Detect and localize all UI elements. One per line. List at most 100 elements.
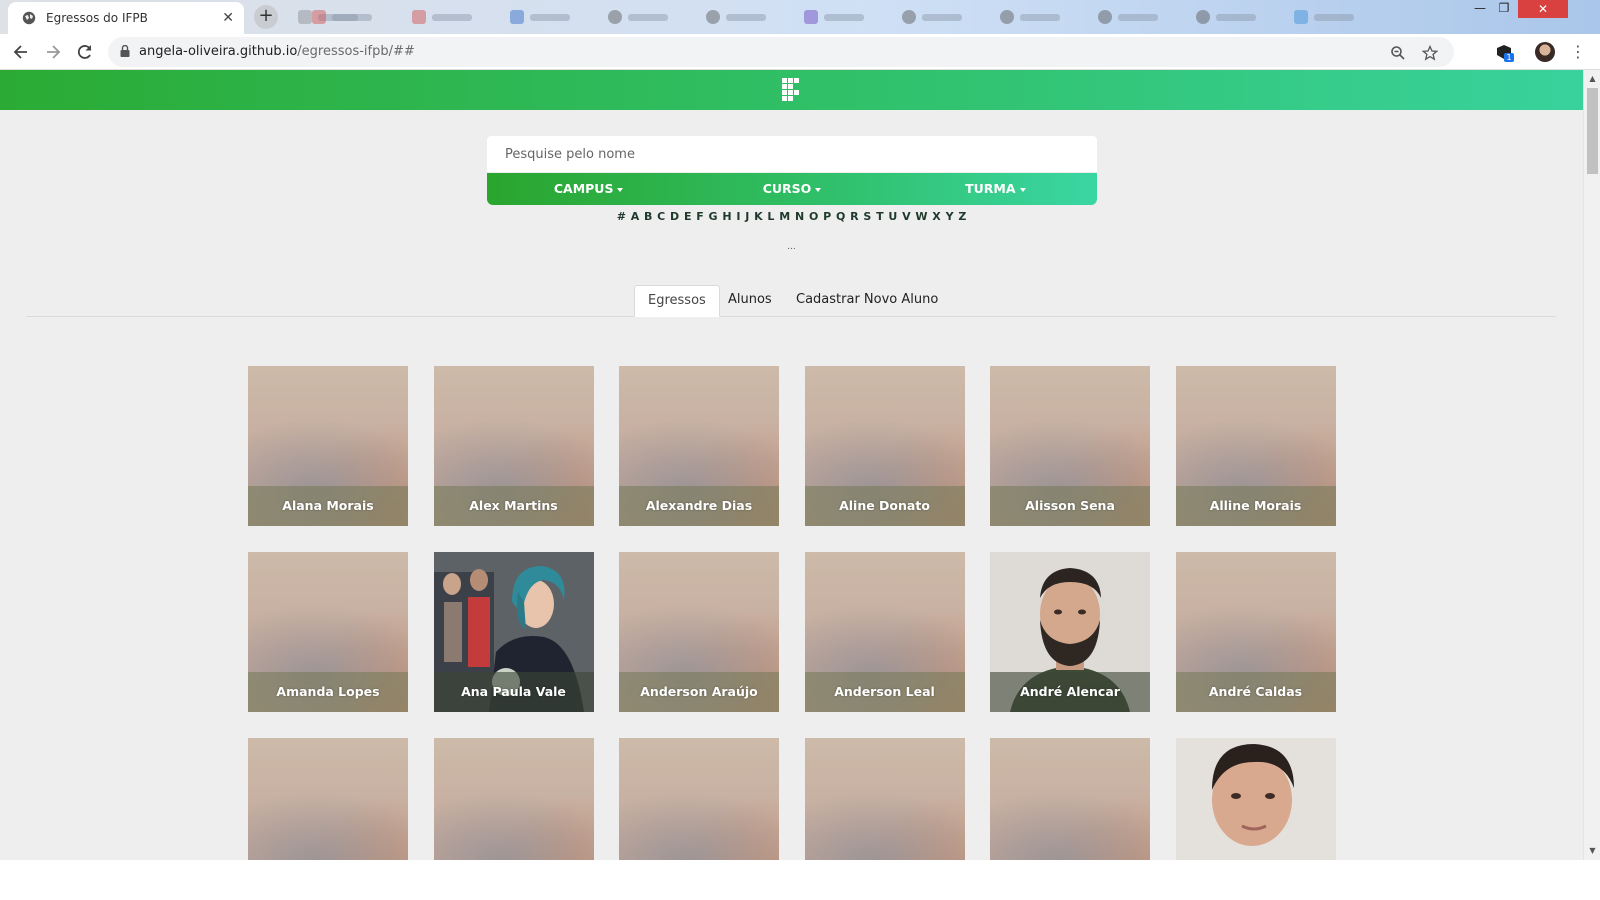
turma-dropdown[interactable]: TURMA — [894, 173, 1097, 205]
background-tab[interactable] — [1000, 7, 1090, 27]
letter-filter-link[interactable]: J — [745, 210, 749, 223]
student-card[interactable]: Ana Paula Vale — [433, 552, 594, 712]
letter-filter-link[interactable]: T — [876, 210, 884, 223]
student-card[interactable]: André Alencar — [990, 552, 1150, 712]
window-bottom-area — [0, 860, 1600, 900]
browser-tab-active[interactable]: Egressos do IFPB ✕ — [8, 2, 244, 34]
letter-filter-link[interactable]: # — [617, 210, 626, 223]
new-tab-button[interactable]: + — [254, 5, 278, 29]
student-card[interactable]: Alexandre Dias — [619, 366, 779, 526]
student-name: Alexandre Dias — [619, 486, 779, 526]
background-tab[interactable] — [1294, 7, 1384, 27]
profile-avatar[interactable] — [1535, 42, 1555, 62]
bookmark-star-icon[interactable] — [1421, 44, 1439, 61]
letter-filter-link[interactable]: U — [888, 210, 897, 223]
student-card[interactable]: Alisson Sena — [990, 366, 1150, 526]
letter-filter-link[interactable]: L — [767, 210, 774, 223]
letter-filter-link[interactable]: Q — [836, 210, 845, 223]
letter-filter-link[interactable]: I — [736, 210, 740, 223]
student-card[interactable]: Alline Morais — [1175, 366, 1336, 526]
letter-filter-link[interactable]: M — [779, 210, 790, 223]
search-input[interactable] — [487, 136, 1097, 172]
letter-filter-link[interactable]: E — [684, 210, 692, 223]
back-button[interactable] — [11, 42, 31, 62]
browser-toolbar: angela-oliveira.github.io/egressos-ifpb/… — [0, 34, 1600, 70]
letter-filter-link[interactable]: S — [863, 210, 871, 223]
letter-filter-link[interactable]: H — [722, 210, 731, 223]
letter-filter-link[interactable]: F — [696, 210, 704, 223]
letter-filter-link[interactable]: G — [709, 210, 718, 223]
student-photo — [1175, 738, 1336, 860]
background-tab[interactable] — [510, 7, 600, 27]
student-card[interactable] — [619, 738, 779, 860]
browser-tab-title: Egressos do IFPB — [46, 11, 148, 25]
background-tab[interactable] — [608, 7, 698, 27]
caret-down-icon — [1019, 187, 1026, 192]
student-card[interactable]: André Caldas — [1175, 552, 1336, 712]
forward-button[interactable] — [43, 42, 63, 62]
scroll-up-icon[interactable]: ▲ — [1584, 72, 1600, 86]
letter-filter-link[interactable]: C — [657, 210, 665, 223]
letter-filter-link[interactable]: W — [915, 210, 927, 223]
reload-button[interactable] — [75, 42, 95, 62]
scroll-down-icon[interactable]: ▼ — [1584, 844, 1600, 858]
turma-dropdown-label: TURMA — [965, 181, 1016, 196]
ifpb-logo-icon[interactable] — [782, 78, 800, 102]
student-name: Alisson Sena — [990, 486, 1150, 526]
scrollbar-thumb[interactable] — [1587, 88, 1598, 174]
student-card[interactable]: Aline Donato — [804, 366, 965, 526]
letter-filter-link[interactable]: R — [850, 210, 858, 223]
student-card[interactable] — [990, 738, 1150, 860]
student-grid: Alana Morais Alex Martins Alexandre Dias… — [248, 366, 1338, 860]
letter-filter-link[interactable]: O — [809, 210, 818, 223]
minimize-window-button[interactable]: — — [1470, 0, 1490, 18]
letter-filter-link[interactable]: B — [644, 210, 652, 223]
letter-filter-link[interactable]: N — [795, 210, 804, 223]
background-tab[interactable] — [902, 7, 992, 27]
zoom-icon[interactable] — [1390, 45, 1406, 61]
student-card[interactable]: Anderson Leal — [804, 552, 965, 712]
student-name: Aline Donato — [804, 486, 965, 526]
student-card[interactable] — [248, 738, 408, 860]
letter-filter-link[interactable]: K — [754, 210, 763, 223]
letter-filter-link[interactable]: D — [670, 210, 679, 223]
letter-filter-link[interactable]: Z — [958, 210, 966, 223]
url-text: angela-oliveira.github.io/egressos-ifpb/… — [139, 44, 415, 59]
student-card[interactable]: Amanda Lopes — [248, 552, 408, 712]
restore-window-button[interactable]: ❐ — [1494, 0, 1514, 18]
close-tab-icon[interactable]: ✕ — [222, 10, 234, 26]
student-card[interactable]: Alex Martins — [433, 366, 594, 526]
background-tab[interactable] — [312, 7, 402, 27]
close-window-button[interactable]: ✕ — [1518, 0, 1568, 18]
background-tab[interactable] — [1196, 7, 1286, 27]
letter-filter-link[interactable]: X — [932, 210, 940, 223]
page-scrollbar[interactable]: ▲ ▼ — [1583, 70, 1600, 860]
extension-icon[interactable]: 1 — [1494, 42, 1514, 62]
background-tab[interactable] — [706, 7, 796, 27]
address-bar[interactable]: angela-oliveira.github.io/egressos-ifpb/… — [108, 37, 1454, 67]
letter-filter-link[interactable]: A — [631, 210, 640, 223]
letter-filter-link[interactable]: P — [823, 210, 831, 223]
background-tab[interactable] — [1098, 7, 1188, 27]
student-card[interactable]: Alana Morais — [248, 366, 408, 526]
student-name: André Caldas — [1175, 672, 1336, 712]
student-card[interactable] — [1175, 738, 1336, 860]
background-tab[interactable] — [804, 7, 894, 27]
arrow-left-icon — [13, 45, 27, 59]
letter-filter-link[interactable]: Y — [946, 210, 954, 223]
url-host: angela-oliveira.github.io — [139, 44, 298, 59]
tab-cadastrar-novo-aluno[interactable]: Cadastrar Novo Aluno — [783, 285, 951, 317]
student-card[interactable] — [433, 738, 594, 860]
student-card[interactable]: Anderson Araújo — [619, 552, 779, 712]
background-tab[interactable] — [412, 7, 502, 27]
lock-icon — [120, 45, 130, 57]
campus-dropdown[interactable]: CAMPUS — [487, 173, 690, 205]
more-menu-icon[interactable]: ⋮ — [1570, 42, 1586, 62]
curso-dropdown[interactable]: CURSO — [690, 173, 893, 205]
tab-egressos[interactable]: Egressos — [634, 285, 720, 317]
tab-alunos[interactable]: Alunos — [715, 285, 785, 317]
student-card[interactable] — [804, 738, 965, 860]
letter-filter-link[interactable]: V — [902, 210, 911, 223]
student-name: Alex Martins — [433, 486, 594, 526]
student-name: Anderson Araújo — [619, 672, 779, 712]
